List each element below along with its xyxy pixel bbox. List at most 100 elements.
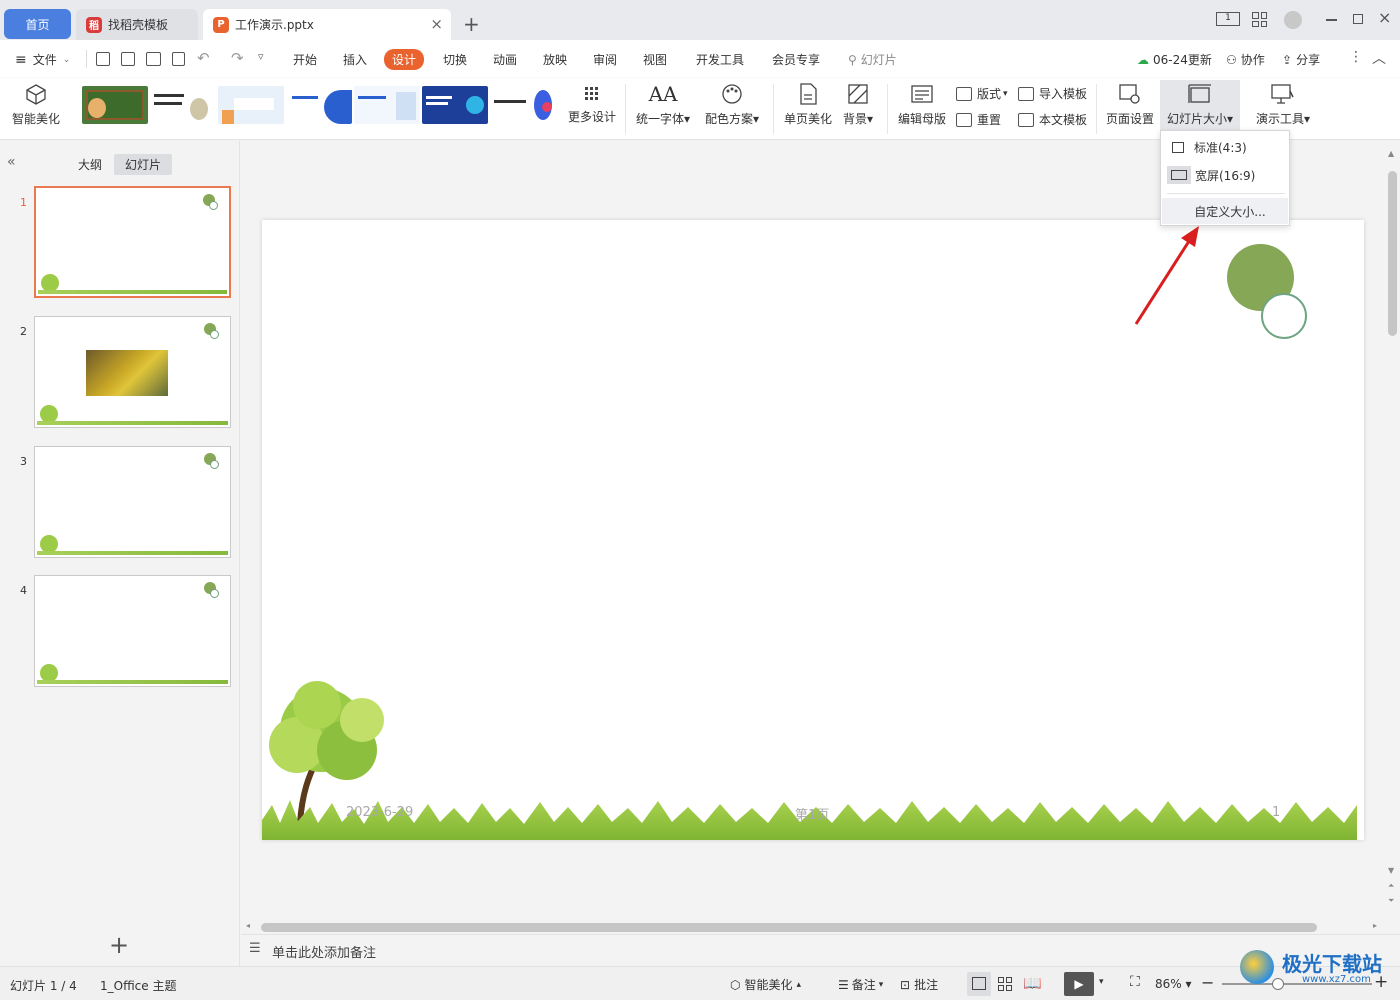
text-template-button[interactable]: 本文模板 [1018, 111, 1087, 128]
file-menu-button[interactable]: ≡ 文件 ⌄ [15, 51, 70, 68]
grid-view-icon[interactable] [1252, 12, 1267, 27]
color-scheme-button[interactable]: 配色方案▾ [705, 82, 759, 127]
redo-icon[interactable]: ↷ [231, 49, 244, 67]
tab-slides[interactable]: 幻灯片 [114, 154, 173, 175]
comments-toggle[interactable]: ⊡ 批注 [900, 976, 938, 993]
design-template-2[interactable] [150, 86, 216, 124]
design-template-1[interactable] [82, 86, 148, 124]
slide-thumbnail-3[interactable] [34, 446, 231, 558]
widescreen-16-9-option[interactable]: 宽屏(16:9) [1162, 162, 1288, 188]
add-slide-button[interactable]: + [109, 931, 129, 959]
unify-font-button[interactable]: AA 统一字体▾ [636, 82, 690, 127]
slide-page-footer[interactable]: 第1页 [795, 804, 829, 823]
window-mode-icon[interactable]: 1 [1216, 12, 1240, 26]
menu-developer[interactable]: 开发工具 [696, 51, 744, 68]
menu-transition[interactable]: 切换 [443, 51, 467, 68]
custom-size-option[interactable]: 自定义大小... [1162, 198, 1288, 224]
update-button[interactable]: ☁ 06-24更新 [1137, 51, 1212, 68]
minimize-icon[interactable] [1326, 19, 1337, 21]
notes-pane[interactable]: ☰ 单击此处添加备注 [241, 934, 1400, 966]
page-setup-button[interactable]: 页面设置 [1106, 82, 1154, 127]
slide-size-button[interactable]: 幻灯片大小▾ [1160, 80, 1240, 130]
normal-view-button[interactable] [967, 972, 991, 996]
page-setup-icon [1117, 82, 1143, 106]
tab-daoke-templates[interactable]: 稻 找稻壳模板 [76, 9, 198, 40]
close-window-icon[interactable]: × [1378, 8, 1391, 27]
scroll-left-icon[interactable]: ◂ [246, 921, 250, 930]
print-preview-icon[interactable] [172, 52, 185, 66]
search-box[interactable]: ⚲ 幻灯片 [848, 51, 897, 68]
menu-slideshow[interactable]: 放映 [543, 51, 567, 68]
more-options-icon[interactable]: ⋮ [1349, 49, 1363, 65]
grid-dots-icon [579, 84, 605, 104]
tab-home[interactable]: 首页 [4, 9, 71, 39]
outline-circle-shape[interactable] [1261, 293, 1307, 339]
vertical-scrollbar[interactable]: ▲ ▼ ⏶ ⏷ [1385, 141, 1400, 921]
slide-thumbnail-1[interactable] [34, 186, 231, 298]
menu-member[interactable]: 会员专享 [772, 51, 820, 68]
fit-window-icon[interactable]: ⛶ [1130, 974, 1140, 990]
zoom-level[interactable]: 86% ▾ [1155, 977, 1192, 991]
print-icon[interactable] [146, 52, 161, 66]
slide-thumbnail-2[interactable] [34, 316, 231, 428]
maximize-icon[interactable] [1353, 14, 1363, 24]
share-button[interactable]: ⇪ 分享 [1282, 51, 1320, 68]
more-design-button[interactable]: 更多设计 [568, 84, 616, 125]
collapse-panel-icon[interactable]: « [7, 154, 16, 170]
horizontal-scroll-thumb[interactable] [261, 923, 1317, 932]
prev-slide-icon[interactable]: ⏶ [1388, 881, 1394, 891]
zoom-value: 86% [1155, 977, 1182, 991]
scroll-right-icon[interactable]: ▸ [1373, 921, 1377, 930]
next-slide-icon[interactable]: ⏷ [1388, 896, 1394, 906]
tab-document[interactable]: P 工作演示.pptx × [203, 9, 451, 40]
design-template-5[interactable] [354, 86, 420, 124]
reset-button[interactable]: 重置 [956, 111, 1001, 128]
notes-toggle[interactable]: ☰ 备注 ▾ [838, 976, 883, 993]
slide-thumbnail-4[interactable] [34, 575, 231, 687]
vertical-scroll-thumb[interactable] [1388, 171, 1397, 336]
menu-animation[interactable]: 动画 [493, 51, 517, 68]
menu-insert[interactable]: 插入 [343, 51, 367, 68]
smart-beautify-button[interactable]: 智能美化 [12, 82, 60, 127]
reading-view-icon[interactable]: 📖 [1023, 974, 1042, 992]
design-template-6[interactable] [422, 86, 488, 124]
scroll-down-icon[interactable]: ▼ [1388, 866, 1394, 875]
standard-4-3-option[interactable]: 标准(4:3) [1162, 134, 1288, 160]
save-icon[interactable] [96, 52, 110, 66]
design-template-7[interactable] [490, 86, 556, 124]
present-tools-button[interactable]: 演示工具▾ [1256, 82, 1310, 127]
menu-review[interactable]: 审阅 [593, 51, 617, 68]
play-options-icon[interactable]: ▾ [1099, 977, 1104, 987]
collab-button[interactable]: ⚇ 协作 [1226, 51, 1265, 68]
layout-button[interactable]: 版式 ▾ [956, 85, 1008, 102]
user-avatar[interactable] [1284, 11, 1302, 29]
new-tab-button[interactable]: + [463, 12, 480, 36]
divider [887, 84, 888, 134]
edit-master-button[interactable]: 编辑母版 [898, 82, 946, 127]
design-template-3[interactable] [218, 86, 284, 124]
sorter-view-icon[interactable] [998, 977, 1012, 991]
zoom-out-icon[interactable]: − [1201, 973, 1214, 992]
menu-view[interactable]: 视图 [643, 51, 667, 68]
status-smart-beautify[interactable]: ⬡ 智能美化 ▴ [730, 976, 801, 993]
theme-name[interactable]: 1_Office 主题 [100, 977, 176, 994]
collapse-ribbon-icon[interactable]: ︿ [1372, 48, 1386, 68]
menu-start[interactable]: 开始 [293, 51, 317, 68]
play-slideshow-button[interactable]: ▶ [1064, 972, 1094, 996]
design-template-4[interactable] [286, 86, 352, 124]
notes-placeholder[interactable]: 单击此处添加备注 [272, 942, 376, 961]
export-pdf-icon[interactable] [121, 52, 135, 66]
tab-outline[interactable]: 大纲 [78, 156, 102, 173]
background-button[interactable]: 背景▾ [843, 82, 873, 127]
undo-icon[interactable]: ↶ [197, 49, 210, 67]
menu-design[interactable]: 设计 [384, 49, 425, 70]
slide-date-footer[interactable]: 2023-6-29 [346, 805, 413, 820]
horizontal-scrollbar[interactable]: ◂ ▸ [241, 921, 1385, 934]
single-page-beautify-button[interactable]: 单页美化 [784, 82, 832, 127]
scroll-up-icon[interactable]: ▲ [1388, 149, 1394, 158]
close-tab-icon[interactable]: × [430, 15, 443, 33]
slide-number: 3 [20, 455, 27, 468]
customize-toolbar-icon[interactable]: ▿ [258, 50, 264, 63]
import-template-button[interactable]: 导入模板 [1018, 85, 1087, 102]
slide-number-footer[interactable]: 1 [1272, 805, 1280, 820]
